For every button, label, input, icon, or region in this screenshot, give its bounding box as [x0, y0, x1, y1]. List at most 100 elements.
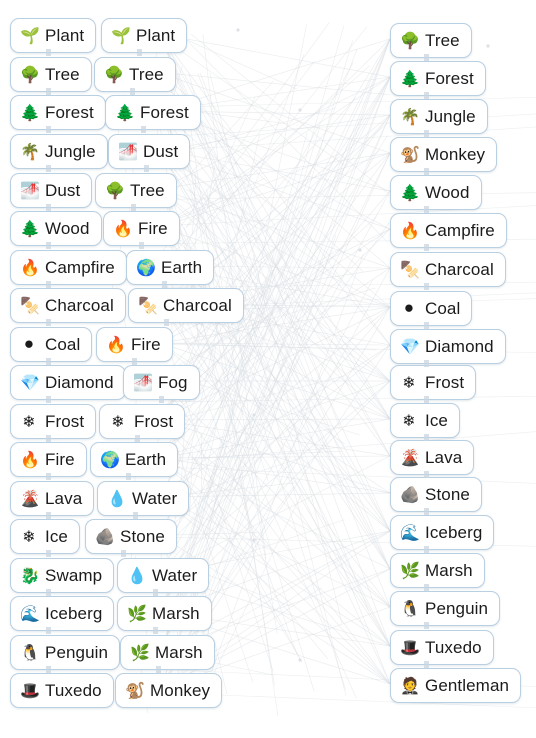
card-connector-stub [130, 88, 135, 95]
element-card-label: Monkey [150, 680, 211, 700]
water-icon: 💧 [127, 565, 147, 585]
element-card-jungle[interactable]: 🌴 Jungle [10, 134, 108, 169]
card-connector-stub [424, 471, 429, 478]
jungle-icon: 🌴 [20, 141, 40, 161]
card-connector-stub [424, 508, 429, 515]
element-card-tree[interactable]: 🌳 Tree [95, 173, 177, 208]
element-card-tuxedo[interactable]: 🎩 Tuxedo [390, 630, 494, 665]
card-connector-stub [46, 512, 51, 519]
element-card-forest[interactable]: 🌲 Forest [105, 95, 201, 130]
element-card-diamond[interactable]: 💎 Diamond [10, 365, 126, 400]
element-card-label: Jungle [425, 106, 476, 126]
element-card-label: Water [152, 565, 198, 585]
element-card-monkey[interactable]: 🐒 Monkey [390, 137, 498, 172]
element-card-label: Charcoal [425, 259, 494, 279]
element-card-swamp[interactable]: 🐉 Swamp [10, 558, 115, 593]
ice-icon: ❄ [22, 526, 36, 546]
element-card-campfire[interactable]: 🔥 Campfire [10, 250, 127, 285]
element-card-iceberg[interactable]: 🌊 Iceberg [390, 515, 495, 550]
card-connector-stub [46, 435, 51, 442]
element-card-marsh[interactable]: 🌿 Marsh [390, 553, 485, 588]
card-connector-stub [424, 130, 429, 137]
element-card-fire[interactable]: 🔥 Fire [103, 211, 180, 246]
element-card-earth[interactable]: 🌍 Earth [126, 250, 215, 285]
element-card-stone[interactable]: 🪨 Stone [85, 519, 177, 554]
element-card-charcoal[interactable]: 🍢 Charcoal [390, 252, 506, 287]
element-card-label: Coal [45, 334, 81, 354]
forest-icon: 🌲 [115, 102, 135, 122]
card-connector-stub [141, 126, 146, 133]
element-card-label: Stone [425, 484, 470, 504]
element-card-stone[interactable]: 🪨 Stone [390, 477, 482, 512]
element-card-lava[interactable]: 🌋 Lava [10, 481, 95, 516]
element-card-forest[interactable]: 🌲 Forest [390, 61, 486, 96]
element-card-earth[interactable]: 🌍 Earth [90, 442, 179, 477]
element-card-lava[interactable]: 🌋 Lava [390, 440, 475, 475]
element-card-wood[interactable]: 🌲 Wood [10, 211, 102, 246]
tree-icon: 🌳 [104, 64, 124, 84]
element-card-coal[interactable]: ⚫ Coal [10, 327, 93, 362]
card-connector-stub [424, 360, 429, 367]
element-card-monkey[interactable]: 🐒 Monkey [115, 673, 223, 708]
element-card-label: Fire [45, 449, 75, 469]
card-connector-stub [424, 92, 429, 99]
element-card-fire[interactable]: 🔥 Fire [10, 442, 87, 477]
element-card-marsh[interactable]: 🌿 Marsh [117, 596, 212, 631]
water-icon: 💧 [107, 488, 127, 508]
element-card-fire[interactable]: 🔥 Fire [96, 327, 173, 362]
card-connector-stub [424, 661, 429, 668]
card-connector-stub [132, 358, 137, 365]
element-card-penguin[interactable]: 🐧 Penguin [10, 635, 121, 670]
card-connector-stub [424, 168, 429, 175]
campfire-icon: 🔥 [400, 220, 420, 240]
element-card-gentleman[interactable]: 🤵 Gentleman [390, 668, 522, 703]
element-card-campfire[interactable]: 🔥 Campfire [390, 213, 507, 248]
element-card-label: Water [132, 488, 178, 508]
monkey-icon: 🐒 [125, 680, 145, 700]
lava-icon: 🌋 [20, 488, 40, 508]
card-connector-stub [46, 666, 51, 673]
card-connector-stub [46, 473, 51, 480]
element-card-frost[interactable]: ❄ Frost [10, 404, 97, 439]
wood-icon: 🌲 [400, 182, 420, 202]
element-card-diamond[interactable]: 💎 Diamond [390, 329, 506, 364]
element-card-coal[interactable]: ⚫ Coal [390, 291, 473, 326]
element-card-fog[interactable]: 🌁 Fog [123, 365, 200, 400]
element-card-charcoal[interactable]: 🍢 Charcoal [10, 288, 126, 323]
element-card-iceberg[interactable]: 🌊 Iceberg [10, 596, 115, 631]
element-card-frost[interactable]: ❄ Frost [390, 365, 477, 400]
card-connector-stub [135, 435, 140, 442]
element-card-label: Frost [425, 372, 465, 392]
charcoal-icon: 🍢 [138, 295, 158, 315]
element-card-tree[interactable]: 🌳 Tree [10, 57, 92, 92]
element-card-water[interactable]: 💧 Water [117, 558, 210, 593]
element-card-tree[interactable]: 🌳 Tree [390, 23, 472, 58]
iceberg-icon: 🌊 [400, 522, 420, 542]
element-card-label: Jungle [45, 141, 96, 161]
element-card-ice[interactable]: ❄ Ice [390, 403, 460, 438]
element-card-label: Wood [425, 182, 470, 202]
element-card-frost[interactable]: ❄ Frost [99, 404, 186, 439]
card-connector-stub [46, 550, 51, 557]
element-card-charcoal[interactable]: 🍢 Charcoal [128, 288, 244, 323]
element-card-wood[interactable]: 🌲 Wood [390, 175, 482, 210]
element-card-dust[interactable]: 🌁 Dust [10, 173, 93, 208]
element-card-forest[interactable]: 🌲 Forest [10, 95, 106, 130]
card-connector-stub [424, 434, 429, 441]
element-card-tuxedo[interactable]: 🎩 Tuxedo [10, 673, 114, 708]
element-card-marsh[interactable]: 🌿 Marsh [120, 635, 215, 670]
element-card-jungle[interactable]: 🌴 Jungle [390, 99, 488, 134]
craft-canvas[interactable]: 🌱 Plant 🌱 Plant 🌳 Tree 🌳 Tree 🌲 Forest 🌲 Forest 🌴 Jun… [0, 0, 536, 738]
element-card-penguin[interactable]: 🐧 Penguin [390, 591, 501, 626]
element-card-water[interactable]: 💧 Water [97, 481, 190, 516]
card-connector-stub [46, 242, 51, 249]
element-card-label: Fire [131, 334, 161, 354]
element-card-plant[interactable]: 🌱 Plant [101, 18, 188, 53]
card-connector-stub [139, 242, 144, 249]
element-card-plant[interactable]: 🌱 Plant [10, 18, 97, 53]
element-card-ice[interactable]: ❄ Ice [10, 519, 80, 554]
element-card-dust[interactable]: 🌁 Dust [108, 134, 191, 169]
element-card-tree[interactable]: 🌳 Tree [94, 57, 176, 92]
penguin-icon: 🐧 [400, 598, 420, 618]
element-card-label: Frost [45, 411, 85, 431]
